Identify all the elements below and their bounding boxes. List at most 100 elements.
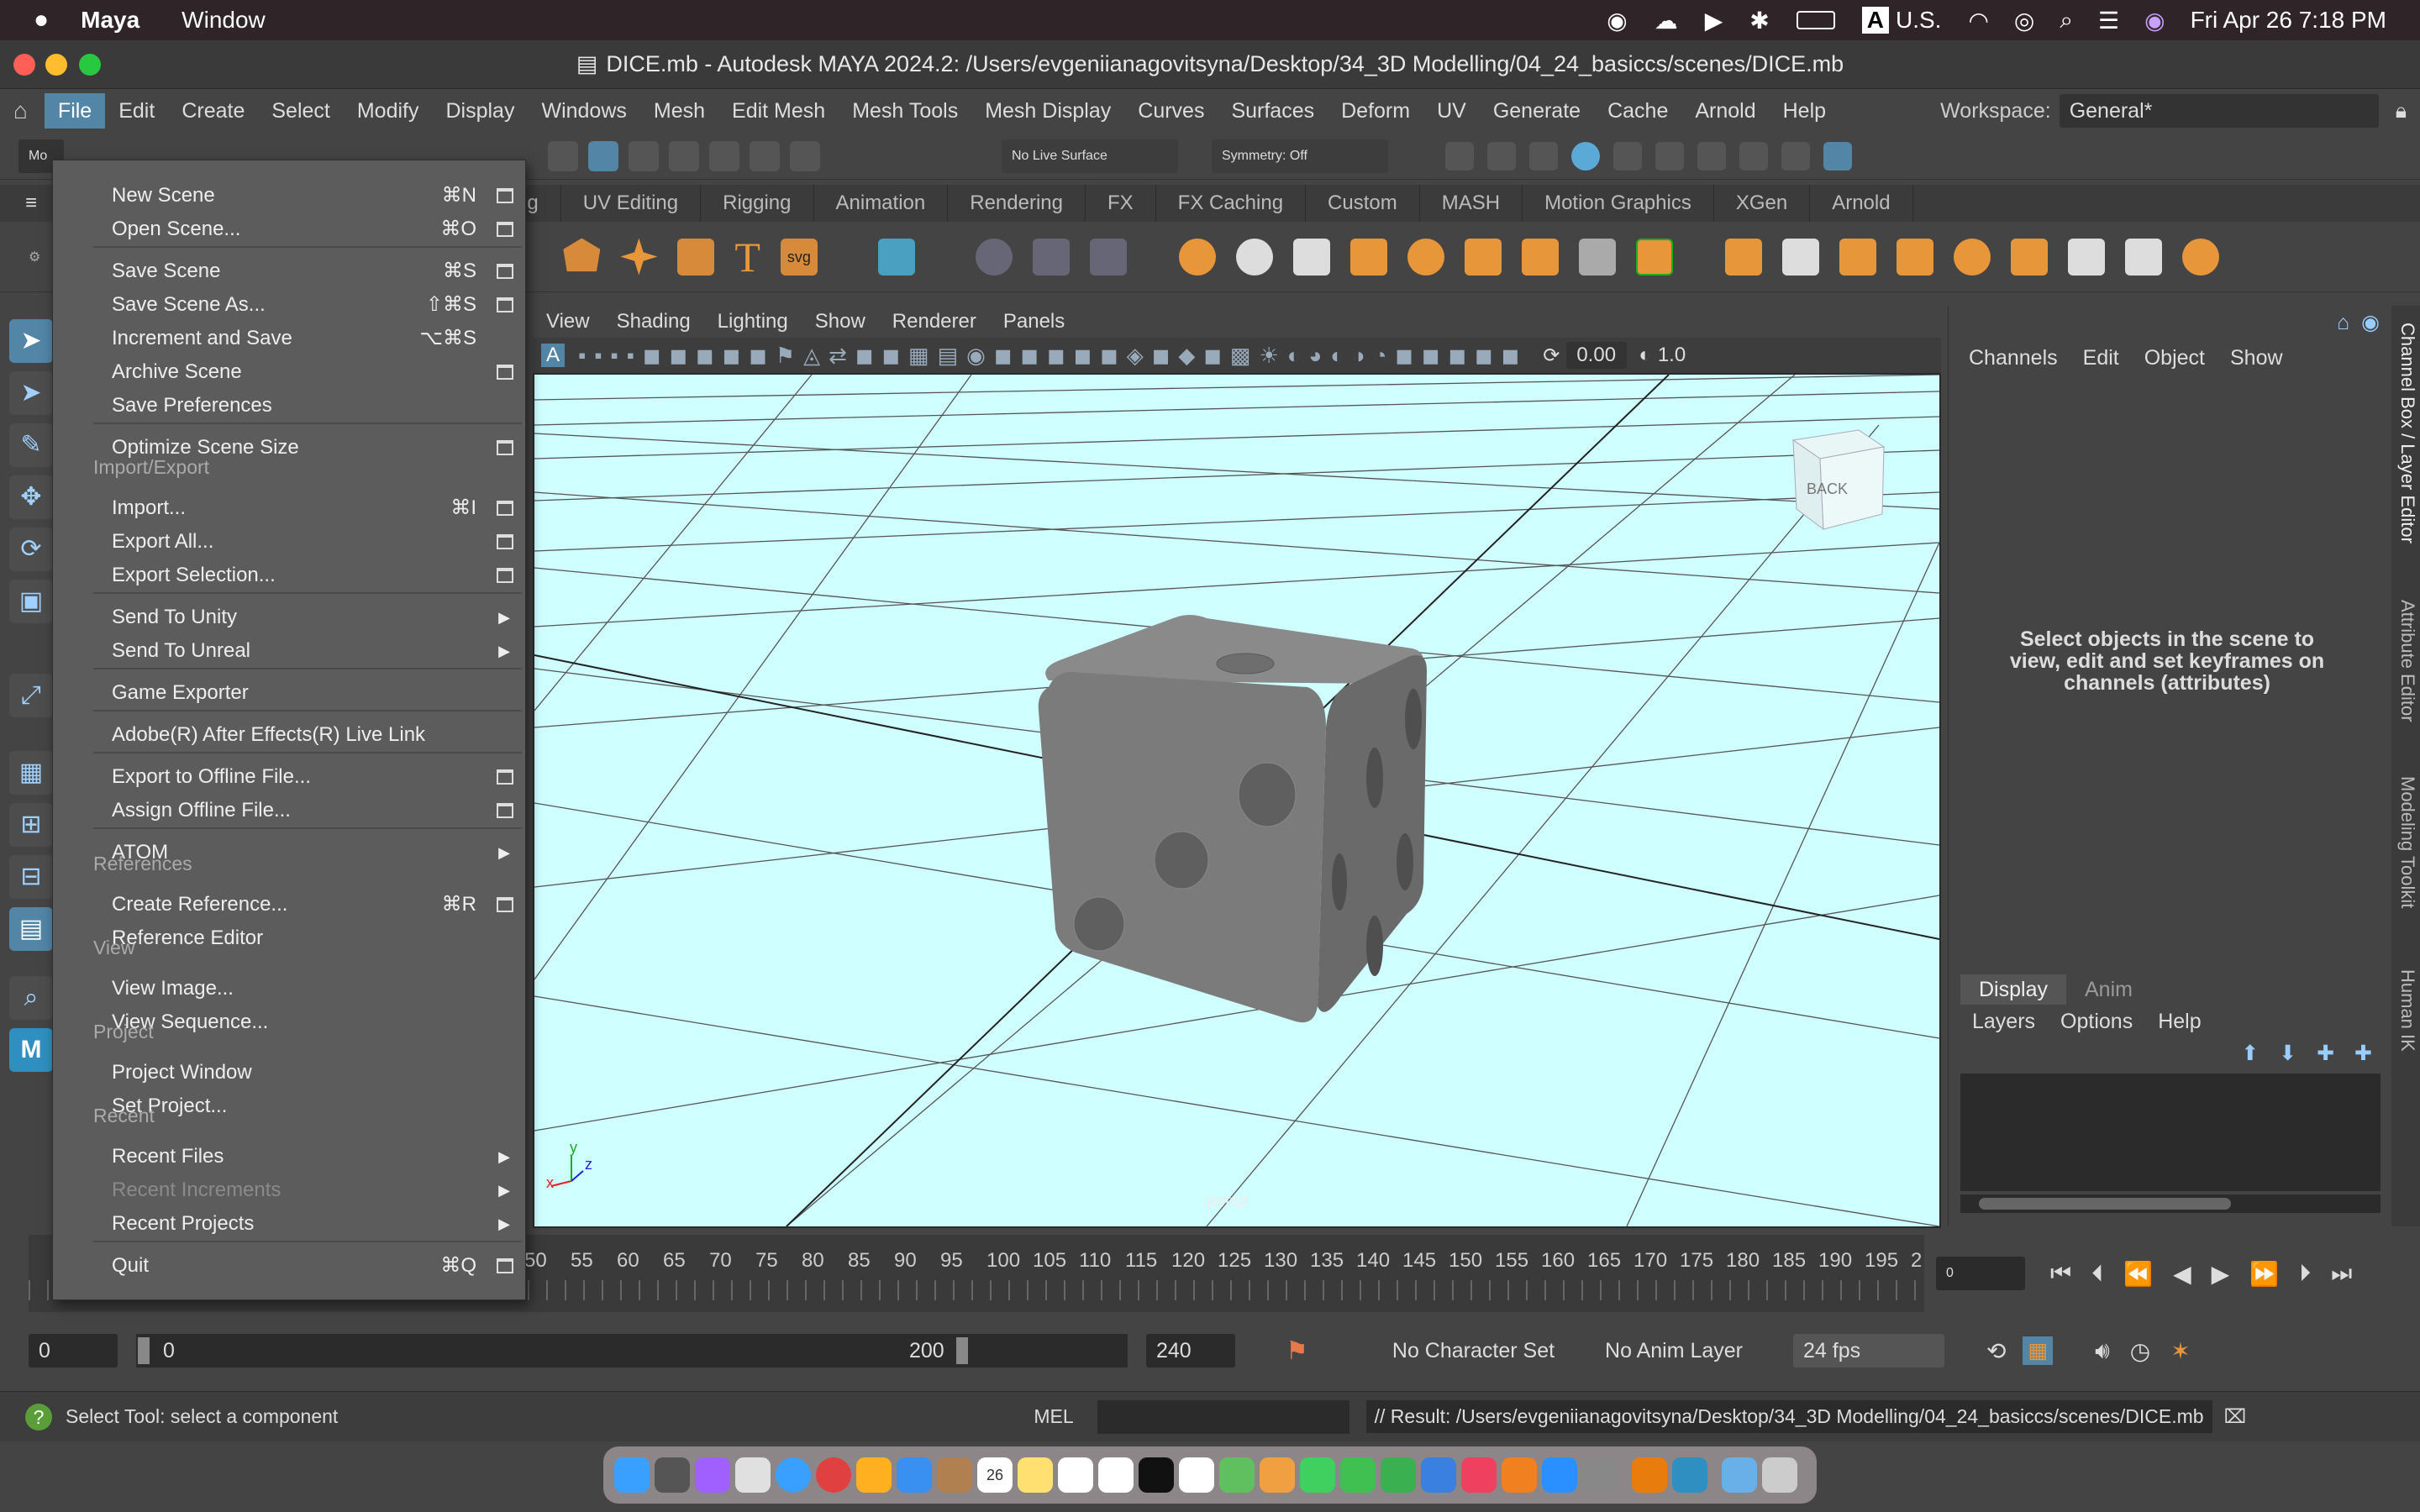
shelf-tab-fx-caching[interactable]: FX Caching: [1156, 185, 1307, 222]
file-menu-item-game-exporter[interactable]: Game Exporter: [53, 676, 525, 710]
wifi-icon[interactable]: ◠: [1968, 7, 1988, 34]
search-tool-icon[interactable]: ⌕: [9, 976, 53, 1020]
shelf-tab-motion-graphics[interactable]: Motion Graphics: [1523, 185, 1714, 222]
menu-mesh-tools[interactable]: Mesh Tools: [839, 93, 971, 129]
trash-icon[interactable]: [1762, 1457, 1797, 1493]
option-box-icon[interactable]: [497, 440, 513, 455]
file-menu-item-save-scene[interactable]: Save Scene ⌘S: [53, 255, 525, 288]
file-menu-item-export-to-offline-file[interactable]: Export to Offline File...: [53, 760, 525, 794]
viewport-menu-panels[interactable]: Panels: [990, 310, 1078, 333]
facetime-icon[interactable]: [1340, 1457, 1376, 1493]
file-menu-item-recent-projects[interactable]: Recent Projects ▶: [53, 1207, 525, 1241]
option-box-icon[interactable]: [497, 803, 513, 818]
scale-tool-icon[interactable]: ▣: [9, 580, 53, 623]
channel-menu-object[interactable]: Object: [2144, 346, 2205, 370]
maps-icon[interactable]: [1219, 1457, 1255, 1493]
file-menu-item-save-preferences[interactable]: Save Preferences: [53, 389, 525, 423]
retopo-icon[interactable]: [1521, 238, 1559, 276]
channel-settings-icon[interactable]: ◉: [2361, 310, 2380, 335]
calendar-icon[interactable]: 26: [977, 1457, 1013, 1493]
render-icon[interactable]: [1445, 141, 1474, 171]
channel-box-icon[interactable]: [1823, 141, 1852, 171]
bridge-icon[interactable]: [1781, 238, 1819, 276]
persp-outliner-icon[interactable]: ▤: [9, 907, 53, 951]
layer-tab-anim[interactable]: Anim: [2066, 978, 2151, 1002]
lock-icon[interactable]: 🔒︎: [2396, 99, 2407, 123]
option-box-icon[interactable]: [497, 897, 513, 912]
layer-menu-help[interactable]: Help: [2158, 1010, 2201, 1034]
menu-windows[interactable]: Windows: [528, 93, 639, 129]
fill-hole-icon[interactable]: [1635, 238, 1673, 276]
camera-attributes-icon[interactable]: A: [541, 344, 565, 367]
apple-icon[interactable]: ●: [34, 6, 49, 34]
range-slider[interactable]: 0 200: [136, 1334, 1128, 1368]
new-layer-icon[interactable]: ✚: [2317, 1041, 2334, 1066]
shelf-tab-xgen[interactable]: XGen: [1714, 185, 1811, 222]
user-icon[interactable]: ◎: [2014, 7, 2034, 34]
measure-icon[interactable]: [1032, 238, 1070, 276]
render-settings-icon[interactable]: [1529, 141, 1558, 171]
pause-icon[interactable]: [1655, 141, 1684, 171]
play-icon[interactable]: ▶: [1705, 7, 1723, 34]
menu-generate[interactable]: Generate: [1480, 93, 1594, 129]
siri-icon[interactable]: ◉: [2144, 7, 2165, 34]
mel-label[interactable]: MEL: [1034, 1405, 1073, 1428]
step-forward-icon[interactable]: ⏵: [2299, 1260, 2311, 1288]
calculator-icon[interactable]: [655, 1457, 690, 1493]
step-forward-key-icon[interactable]: ⏩: [2249, 1260, 2279, 1288]
range-start-handle[interactable]: [138, 1337, 150, 1364]
combine-icon[interactable]: [1178, 238, 1216, 276]
stocks-icon[interactable]: [1179, 1457, 1214, 1493]
file-menu-item-send-to-unreal[interactable]: Send To Unreal ▶: [53, 634, 525, 668]
viewport-menu-show[interactable]: Show: [802, 310, 879, 333]
modeling-toolkit-icon[interactable]: [1697, 141, 1726, 171]
super-shape-icon[interactable]: [620, 238, 658, 276]
viewport-tool-icons[interactable]: ▪▪▪▪◼◼◼◼◼⚑◬⇄◼◼▦▤◉◼◼◼◼◼◈◼◆◼▩☀◐◕◐◑◔◼◼◼◼◼: [578, 343, 1528, 369]
select-tool-icon[interactable]: ➤: [9, 319, 53, 363]
menu-surfaces[interactable]: Surfaces: [1218, 93, 1328, 129]
notes-icon[interactable]: [1018, 1457, 1053, 1493]
home-icon[interactable]: ⌂: [13, 97, 28, 124]
chrome-icon[interactable]: [816, 1457, 851, 1493]
menu-help[interactable]: Help: [1770, 93, 1839, 129]
menu-deform[interactable]: Deform: [1328, 93, 1423, 129]
preferences-icon[interactable]: ✶: [2170, 1337, 2190, 1365]
command-input[interactable]: [1097, 1399, 1349, 1434]
menu-uv[interactable]: UV: [1423, 93, 1480, 129]
option-box-icon[interactable]: [497, 222, 513, 237]
snap-grid-icon[interactable]: [669, 140, 699, 171]
perspective-viewport[interactable]: BACK x y z persp: [533, 373, 1941, 1228]
locator-icon[interactable]: [975, 238, 1013, 276]
mac-app-name[interactable]: Maya: [81, 7, 139, 34]
shelf-tab-rendering[interactable]: Rendering: [948, 185, 1086, 222]
anim-layer-dropdown[interactable]: No Anim Layer: [1605, 1339, 1743, 1363]
menu-mesh-display[interactable]: Mesh Display: [971, 93, 1124, 129]
go-to-start-icon[interactable]: ⏮: [2050, 1260, 2071, 1288]
app-store-icon[interactable]: [1542, 1457, 1577, 1493]
grid-icon[interactable]: [877, 238, 915, 276]
menu-display[interactable]: Display: [432, 93, 528, 129]
option-box-icon[interactable]: [497, 297, 513, 312]
zoom-window-button[interactable]: [79, 54, 101, 76]
edge-loop-icon[interactable]: [2010, 238, 2048, 276]
clock[interactable]: Fri Apr 26 7:18 PM: [2191, 7, 2386, 34]
ipr-render-icon[interactable]: [1487, 141, 1516, 171]
file-menu-item-assign-offline-file[interactable]: Assign Offline File...: [53, 794, 525, 827]
step-back-icon[interactable]: ⏴: [2091, 1260, 2103, 1288]
select-object-icon[interactable]: [588, 140, 618, 171]
menu-create[interactable]: Create: [168, 93, 258, 129]
snowflake-icon[interactable]: [1089, 238, 1127, 276]
gamma-field[interactable]: 1.0: [1658, 344, 1686, 367]
shelf-tab-animation[interactable]: Animation: [814, 185, 949, 222]
minimize-window-button[interactable]: [45, 54, 67, 76]
finder-icon[interactable]: [614, 1457, 650, 1493]
animation-start-field[interactable]: 0: [29, 1334, 118, 1368]
viewport-menu-shading[interactable]: Shading: [603, 310, 704, 333]
close-window-button[interactable]: [13, 54, 35, 76]
numbers-icon[interactable]: [1381, 1457, 1416, 1493]
channel-toggle-icon[interactable]: ⌂: [2337, 311, 2349, 335]
file-menu-item-open-scene[interactable]: Open Scene... ⌘O: [53, 213, 525, 246]
layout-single-icon[interactable]: ▦: [9, 751, 53, 795]
viewport-menu-renderer[interactable]: Renderer: [879, 310, 990, 333]
merge-icon[interactable]: [2124, 238, 2162, 276]
